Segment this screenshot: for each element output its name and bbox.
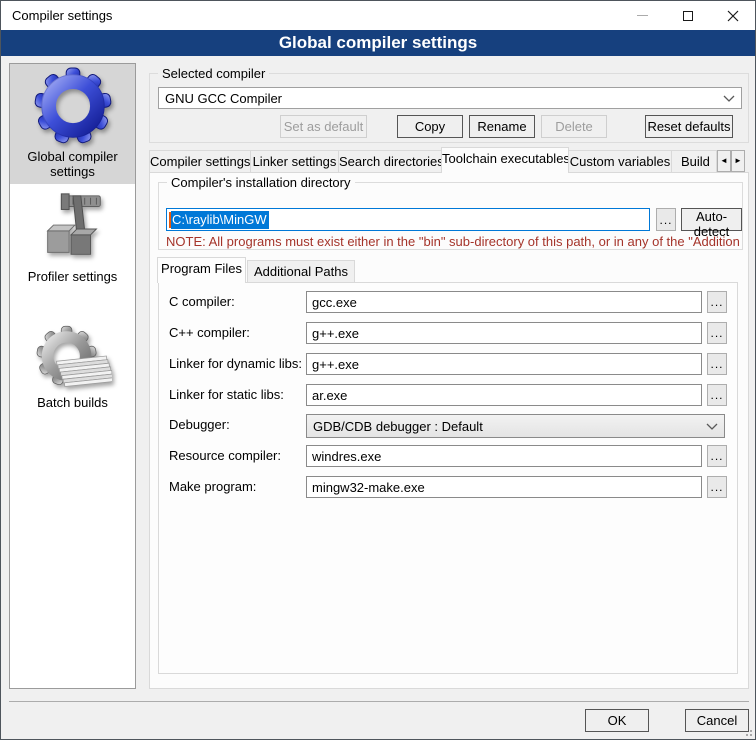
titlebar: Compiler settings — [1, 1, 755, 30]
debugger-select-value: GDB/CDB debugger : Default — [313, 419, 483, 434]
sidebar-item-label: Global compiler settings — [18, 149, 128, 179]
installation-directory-group-label: Compiler's installation directory — [167, 175, 355, 190]
tab-toolchain-executables[interactable]: Toolchain executables — [441, 147, 569, 173]
tab-search-directories[interactable]: Search directories — [338, 150, 442, 173]
tab-linker-settings[interactable]: Linker settings — [250, 150, 339, 173]
linker-static-input[interactable] — [306, 384, 702, 406]
c-compiler-input[interactable] — [306, 291, 702, 313]
linker-dynamic-input[interactable] — [306, 353, 702, 375]
resource-compiler-input[interactable] — [306, 445, 702, 467]
rename-button[interactable]: Rename — [469, 115, 535, 138]
profiler-caliper-icon — [34, 188, 112, 269]
linker-static-browse-button[interactable]: ... — [707, 384, 727, 406]
chevron-down-icon — [706, 423, 718, 430]
form-row: Resource compiler: ... — [159, 445, 737, 467]
resource-compiler-browse-button[interactable]: ... — [707, 445, 727, 467]
cancel-button[interactable]: Cancel — [685, 709, 749, 732]
auto-detect-button[interactable]: Auto-detect — [681, 208, 742, 231]
selected-compiler-group: Selected compiler GNU GCC Compiler Set a… — [149, 73, 749, 143]
linker-dynamic-browse-button[interactable]: ... — [707, 353, 727, 375]
make-program-input[interactable] — [306, 476, 702, 498]
footer-divider — [9, 701, 749, 702]
form-row: Linker for dynamic libs: ... — [159, 353, 737, 375]
tab-program-files[interactable]: Program Files — [157, 257, 246, 283]
selected-compiler-group-label: Selected compiler — [158, 66, 269, 81]
settings-category-list: Global compiler settings Profiler settin… — [9, 63, 136, 689]
installation-directory-group: Compiler's installation directory C:\ray… — [158, 182, 743, 250]
close-button[interactable] — [710, 1, 755, 30]
sidebar-item-label: Profiler settings — [18, 269, 128, 284]
form-row: Linker for static libs: ... — [159, 384, 737, 406]
minimize-icon — [637, 15, 648, 16]
program-files-page: C compiler: ... C++ compiler: ... Linker… — [158, 282, 738, 674]
dialog-header: Global compiler settings — [1, 30, 755, 56]
tab-custom-variables[interactable]: Custom variables — [568, 150, 672, 173]
installation-note: NOTE: All programs must exist either in … — [166, 234, 740, 249]
reset-defaults-button[interactable]: Reset defaults — [645, 115, 733, 138]
make-program-browse-button[interactable]: ... — [707, 476, 727, 498]
form-row: C compiler: ... — [159, 291, 737, 313]
debugger-label: Debugger: — [169, 414, 230, 436]
installation-directory-input[interactable]: C:\raylib\MinGW — [166, 208, 650, 231]
form-row: Debugger: GDB/CDB debugger : Default — [159, 414, 737, 438]
make-program-label: Make program: — [169, 476, 256, 498]
form-row: C++ compiler: ... — [159, 322, 737, 344]
linker-static-label: Linker for static libs: — [169, 384, 284, 406]
c-compiler-label: C compiler: — [169, 291, 235, 313]
maximize-button[interactable] — [665, 1, 710, 30]
tab-scroll-left-button[interactable]: ◄ — [717, 150, 731, 172]
cpp-compiler-label: C++ compiler: — [169, 322, 250, 344]
cpp-compiler-input[interactable] — [306, 322, 702, 344]
resize-grip-icon[interactable] — [742, 726, 752, 736]
copy-button[interactable]: Copy — [397, 115, 463, 138]
cpp-compiler-browse-button[interactable]: ... — [707, 322, 727, 344]
resource-compiler-label: Resource compiler: — [169, 445, 281, 467]
window-title: Compiler settings — [1, 8, 112, 23]
window-controls — [620, 1, 755, 30]
compiler-select[interactable]: GNU GCC Compiler — [158, 87, 742, 109]
chevron-down-icon — [723, 95, 735, 102]
debugger-select[interactable]: GDB/CDB debugger : Default — [306, 414, 725, 438]
batch-builds-gear-icon — [34, 320, 112, 395]
tab-scroll-right-button[interactable]: ► — [731, 150, 745, 172]
compiler-settings-window: Compiler settings Global compiler settin… — [0, 0, 756, 740]
maximize-icon — [683, 11, 693, 21]
installation-directory-value: C:\raylib\MinGW — [171, 211, 269, 229]
sidebar-item-label: Batch builds — [18, 395, 128, 410]
tab-compiler-settings[interactable]: Compiler settings — [149, 150, 251, 173]
linker-dynamic-label: Linker for dynamic libs: — [169, 353, 302, 375]
tab-build-options-truncated[interactable]: Build — [671, 150, 717, 173]
blue-gear-icon — [34, 66, 112, 149]
sidebar-item-batch-builds[interactable]: Batch builds — [10, 320, 135, 410]
browse-directory-button[interactable]: ... — [656, 208, 676, 231]
sidebar-item-profiler-settings[interactable]: Profiler settings — [10, 188, 135, 284]
toolchain-executables-page: Compiler's installation directory C:\ray… — [149, 172, 749, 689]
form-row: Make program: ... — [159, 476, 737, 498]
ok-button[interactable]: OK — [585, 709, 649, 732]
tab-additional-paths[interactable]: Additional Paths — [247, 260, 355, 283]
close-icon — [727, 10, 739, 22]
delete-button[interactable]: Delete — [541, 115, 607, 138]
sidebar-item-global-compiler-settings[interactable]: Global compiler settings — [10, 66, 135, 179]
c-compiler-browse-button[interactable]: ... — [707, 291, 727, 313]
minimize-button[interactable] — [620, 1, 665, 30]
compiler-select-value: GNU GCC Compiler — [165, 91, 282, 106]
set-as-default-button[interactable]: Set as default — [280, 115, 367, 138]
